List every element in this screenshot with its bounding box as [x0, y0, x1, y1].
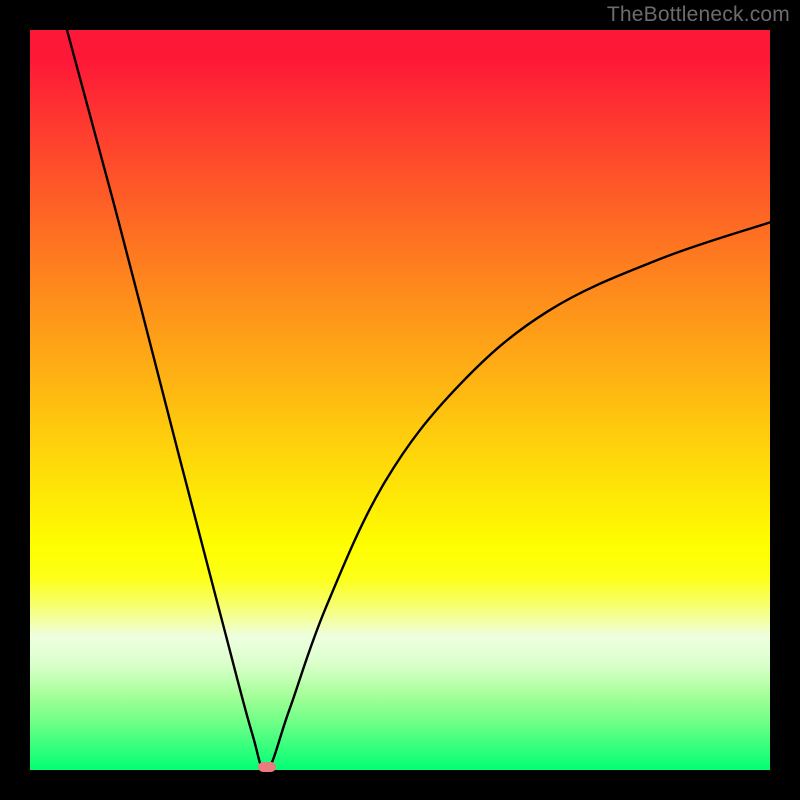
chart-frame: TheBottleneck.com — [0, 0, 800, 800]
curve-line — [67, 30, 770, 770]
attribution-label: TheBottleneck.com — [607, 3, 790, 27]
plot-area — [30, 30, 770, 770]
bottleneck-curve — [30, 30, 770, 770]
optimal-point-marker — [258, 762, 276, 772]
